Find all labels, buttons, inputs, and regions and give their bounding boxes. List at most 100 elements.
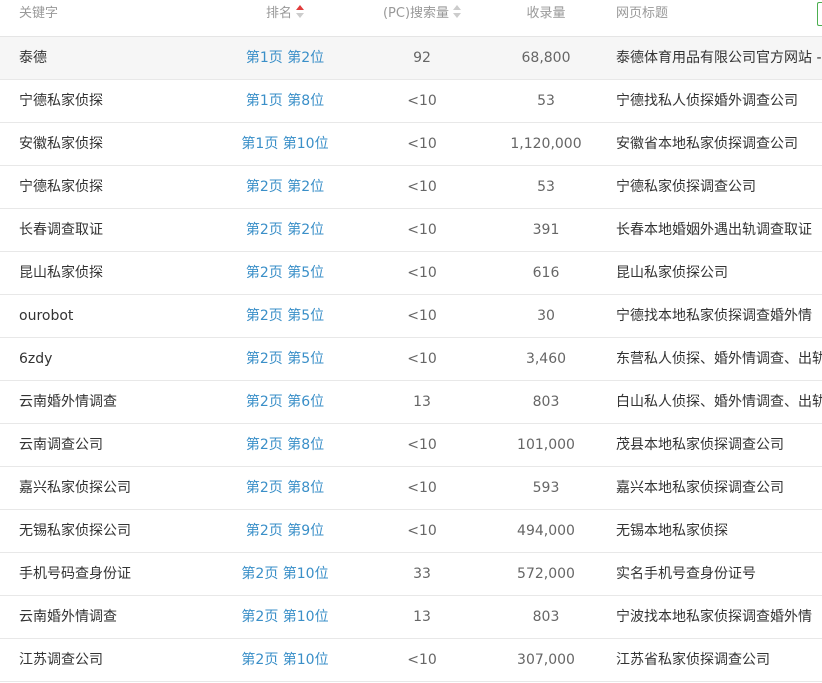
page-title-cell: 江苏省私家侦探调查公司 (616, 652, 770, 668)
sort-icon[interactable] (453, 5, 462, 19)
page-title-cell: 宁波找本地私家侦探调查婚外情 (616, 609, 812, 625)
keyword-cell: 昆山私家侦探 (19, 265, 103, 281)
pc-search-cell: <10 (407, 179, 437, 195)
page-title-cell: 昆山私家侦探公司 (616, 265, 728, 281)
keyword-cell: 长春调查取证 (19, 222, 103, 238)
pc-search-cell: 92 (413, 50, 431, 66)
rank-link[interactable]: 第2页 第2位 (210, 209, 360, 251)
keyword-cell: 泰德 (19, 50, 47, 66)
pc-search-cell: 33 (413, 566, 431, 582)
pc-search-cell: <10 (407, 222, 437, 238)
table-header: 关键字 排名 (PC)搜索量 收录量 网页标题 (0, 0, 822, 37)
indexed-count-cell: 494,000 (517, 523, 575, 539)
indexed-count-cell: 30 (537, 308, 555, 324)
keyword-cell: 江苏调查公司 (19, 652, 103, 668)
indexed-count-cell: 101,000 (517, 437, 575, 453)
column-header-rank-label: 排名 (265, 6, 292, 21)
indexed-count-cell: 572,000 (517, 566, 575, 582)
pc-search-cell: 13 (413, 394, 431, 410)
column-header-pc-search-label: (PC)搜索量 (382, 6, 450, 21)
keyword-cell: 嘉兴私家侦探公司 (19, 480, 131, 496)
keyword-cell: 云南婚外情调查 (19, 609, 117, 625)
keyword-ranking-table: 关键字 排名 (PC)搜索量 收录量 网页标题 泰德 第1页 第2位 92 68,80… (0, 0, 822, 682)
page-title-cell: 嘉兴本地私家侦探调查公司 (616, 480, 784, 496)
pc-search-cell: <10 (407, 93, 437, 109)
rank-link[interactable]: 第2页 第5位 (210, 252, 360, 294)
indexed-count-cell: 803 (532, 609, 560, 625)
keyword-cell: 安徽私家侦探 (19, 136, 103, 152)
table-body: 泰德 第1页 第2位 92 68,800 泰德体育用品有限公司官方网站 - 宁德私家侦探第… (0, 37, 822, 682)
indexed-count-cell: 391 (532, 222, 560, 238)
keyword-cell: 宁德私家侦探 (19, 93, 103, 109)
table-row[interactable]: 宁德私家侦探 第1页 第8位 <10 53 宁德找私人侦探婚外调查公司 (0, 80, 822, 123)
pc-search-cell: <10 (407, 136, 437, 152)
pc-search-cell: <10 (407, 308, 437, 324)
rank-link[interactable]: 第2页 第2位 (210, 166, 360, 208)
table-row[interactable]: 无锡私家侦探公司 第2页 第9位 <10 494,000 无锡本地私家侦探 (0, 510, 822, 553)
rank-link[interactable]: 第2页 第5位 (210, 338, 360, 380)
rank-link[interactable]: 第2页 第10位 (210, 639, 360, 681)
indexed-count-cell: 307,000 (517, 652, 575, 668)
indexed-count-cell: 53 (537, 179, 555, 195)
page-title-cell: 宁德找私人侦探婚外调查公司 (616, 93, 798, 109)
indexed-count-cell: 1,120,000 (510, 136, 582, 152)
pc-search-cell: <10 (407, 480, 437, 496)
table-row[interactable]: 江苏调查公司 第2页 第10位 <10 307,000 江苏省私家侦探调查公司 (0, 639, 822, 682)
table-row[interactable]: 云南婚外情调查 第2页 第6位 13 803 白山私人侦探、婚外情调查、出轨 (0, 381, 822, 424)
indexed-count-cell: 616 (532, 265, 560, 281)
pc-search-cell: 13 (413, 609, 431, 625)
rank-link[interactable]: 第1页 第10位 (210, 123, 360, 165)
rank-link[interactable]: 第2页 第9位 (210, 510, 360, 552)
select-all-checkbox[interactable] (817, 2, 822, 26)
pc-search-cell: <10 (407, 351, 437, 367)
indexed-count-cell: 803 (532, 394, 560, 410)
keyword-cell: 手机号码查身份证 (19, 566, 131, 582)
rank-link[interactable]: 第2页 第10位 (210, 553, 360, 595)
page-title-cell: 长春本地婚姻外遇出轨调查取证 (616, 222, 812, 238)
rank-link[interactable]: 第1页 第2位 (210, 37, 360, 79)
table-row[interactable]: 手机号码查身份证 第2页 第10位 33 572,000 实名手机号查身份证号 (0, 553, 822, 596)
page-title-cell: 茂县本地私家侦探调查公司 (616, 437, 784, 453)
page-title-cell: 实名手机号查身份证号 (616, 566, 756, 582)
pc-search-cell: <10 (407, 652, 437, 668)
table-row[interactable]: 6zdy 第2页 第5位 <10 3,460 东营私人侦探、婚外情调查、出轨 (0, 338, 822, 381)
table-row[interactable]: 昆山私家侦探 第2页 第5位 <10 616 昆山私家侦探公司 (0, 252, 822, 295)
keyword-cell: 宁德私家侦探 (19, 179, 103, 195)
table-row[interactable]: 泰德 第1页 第2位 92 68,800 泰德体育用品有限公司官方网站 - (0, 37, 822, 80)
rank-link[interactable]: 第1页 第8位 (210, 80, 360, 122)
column-header-pc-search[interactable]: (PC)搜索量 (362, 0, 482, 28)
rank-link[interactable]: 第2页 第10位 (210, 596, 360, 638)
table-row[interactable]: 宁德私家侦探 第2页 第2位 <10 53 宁德私家侦探调查公司 (0, 166, 822, 209)
table-row[interactable]: ourobot 第2页 第5位 <10 30 宁德找本地私家侦探调查婚外情 (0, 295, 822, 338)
column-header-indexed[interactable]: 收录量 (486, 0, 606, 28)
pc-search-cell: <10 (407, 437, 437, 453)
indexed-count-cell: 3,460 (525, 351, 567, 367)
table-row[interactable]: 长春调查取证 第2页 第2位 <10 391 长春本地婚姻外遇出轨调查取证 (0, 209, 822, 252)
table-row[interactable]: 云南婚外情调查 第2页 第10位 13 803 宁波找本地私家侦探调查婚外情 (0, 596, 822, 639)
rank-link[interactable]: 第2页 第8位 (210, 424, 360, 466)
table-row[interactable]: 安徽私家侦探 第1页 第10位 <10 1,120,000 安徽省本地私家侦探调查公司 (0, 123, 822, 166)
keyword-cell: 无锡私家侦探公司 (19, 523, 131, 539)
keyword-cell: 6zdy (19, 351, 53, 367)
rank-link[interactable]: 第2页 第6位 (210, 381, 360, 423)
table-row[interactable]: 嘉兴私家侦探公司 第2页 第8位 <10 593 嘉兴本地私家侦探调查公司 (0, 467, 822, 510)
page-title-cell: 宁德私家侦探调查公司 (616, 179, 756, 195)
indexed-count-cell: 68,800 (521, 50, 571, 66)
table-row[interactable]: 云南调查公司 第2页 第8位 <10 101,000 茂县本地私家侦探调查公司 (0, 424, 822, 467)
sort-asc-icon[interactable] (296, 5, 304, 19)
page-title-cell: 安徽省本地私家侦探调查公司 (616, 136, 798, 152)
column-header-keyword[interactable]: 关键字 (19, 0, 209, 28)
pc-search-cell: <10 (407, 523, 437, 539)
indexed-count-cell: 53 (537, 93, 555, 109)
column-header-rank[interactable]: 排名 (210, 0, 360, 28)
page-title-cell: 东营私人侦探、婚外情调查、出轨 (616, 351, 822, 367)
page-title-cell: 白山私人侦探、婚外情调查、出轨 (616, 394, 822, 410)
pc-search-cell: <10 (407, 265, 437, 281)
page-title-cell: 无锡本地私家侦探 (616, 523, 728, 539)
rank-link[interactable]: 第2页 第8位 (210, 467, 360, 509)
page-title-cell: 宁德找本地私家侦探调查婚外情 (616, 308, 812, 324)
keyword-cell: 云南调查公司 (19, 437, 103, 453)
column-header-title[interactable]: 网页标题 (616, 0, 822, 28)
indexed-count-cell: 593 (532, 480, 560, 496)
rank-link[interactable]: 第2页 第5位 (210, 295, 360, 337)
